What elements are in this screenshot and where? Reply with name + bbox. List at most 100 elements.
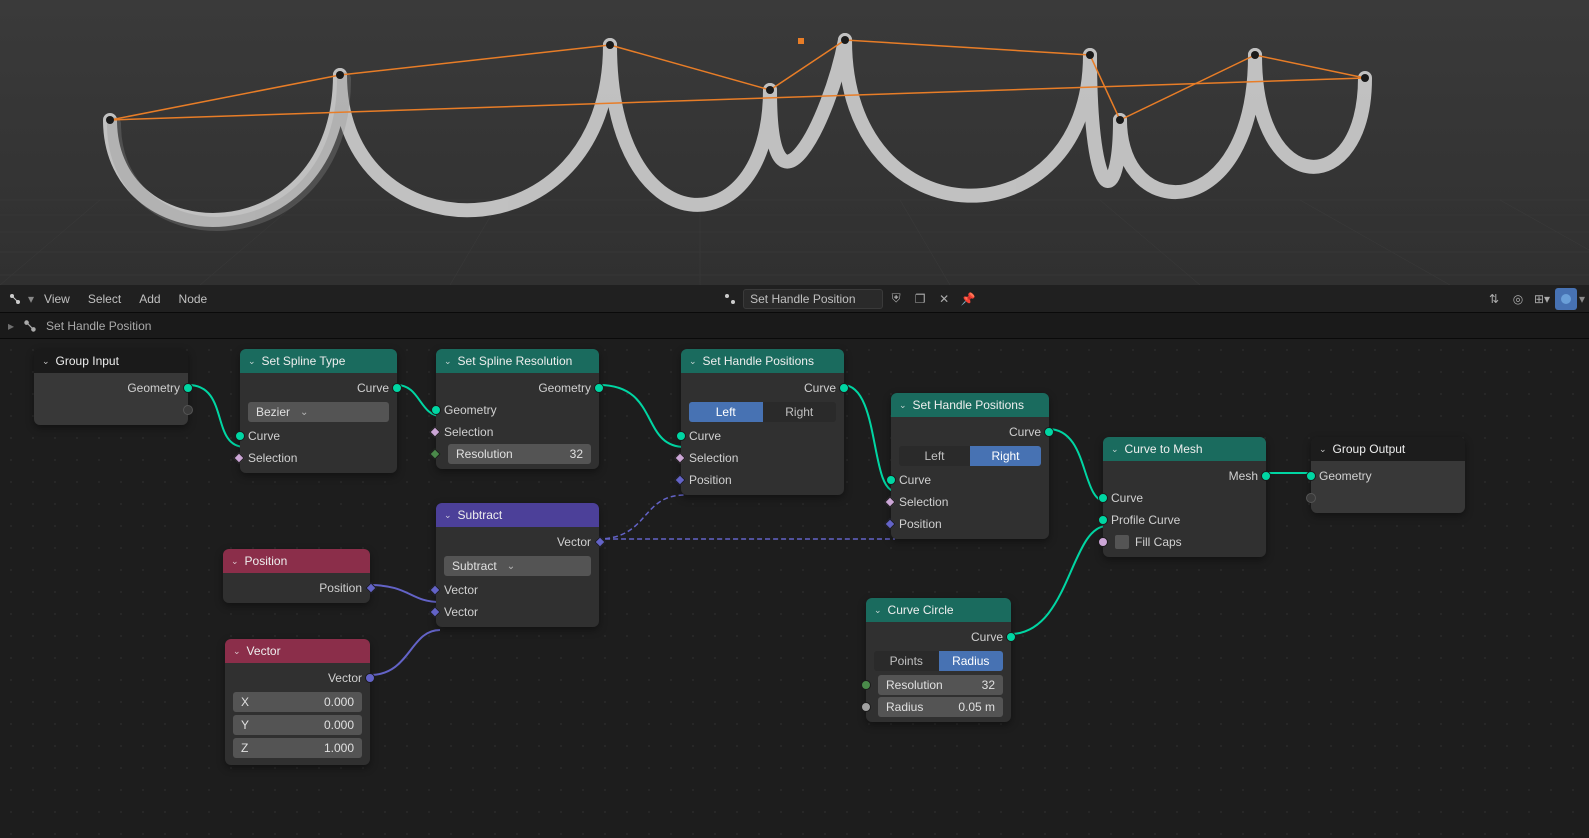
node-header[interactable]: ⌄ Subtract	[436, 503, 599, 527]
socket-geometry-input[interactable]: Geometry	[436, 399, 599, 421]
node-set-spline-type[interactable]: ⌄ Set Spline Type Curve Bezier Curve Sel…	[240, 349, 397, 473]
node-curve-to-mesh[interactable]: ⌄ Curve to Mesh Mesh Curve Profile Curve…	[1103, 437, 1266, 557]
node-set-handle-positions-left[interactable]: ⌄ Set Handle Positions Curve Left Right …	[681, 349, 844, 495]
node-header[interactable]: ⌄ Set Handle Positions	[891, 393, 1049, 417]
socket-profile-curve-input[interactable]: Profile Curve	[1103, 509, 1266, 531]
vector-x-field[interactable]: X0.000	[233, 692, 362, 712]
socket-position-input[interactable]: Position	[681, 469, 844, 491]
node-header[interactable]: ⌄ Group Input	[34, 349, 188, 373]
node-title: Group Output	[1333, 442, 1406, 456]
socket-curve-input[interactable]: Curve	[240, 425, 397, 447]
arrows-icon[interactable]: ⇅	[1483, 288, 1505, 310]
socket-vector-a-input[interactable]: Vector	[436, 579, 599, 601]
menu-select[interactable]: Select	[80, 288, 129, 310]
node-title: Curve to Mesh	[1125, 442, 1203, 456]
node-editor-header: ▾ View Select Add Node Set Handle Positi…	[0, 285, 1589, 313]
breadcrumb-label: Set Handle Position	[46, 319, 151, 333]
socket-curve-output[interactable]: Curve	[681, 377, 844, 399]
socket-position-output[interactable]: Position	[223, 577, 370, 599]
menu-view[interactable]: View	[36, 288, 78, 310]
operation-dropdown[interactable]: Subtract	[444, 556, 591, 576]
socket-vector-output[interactable]: Vector	[436, 531, 599, 553]
socket-resolution-input[interactable]: Resolution 32	[866, 674, 1011, 696]
node-title: Set Spline Type	[262, 354, 346, 368]
socket-curve-output[interactable]: Curve	[866, 626, 1011, 648]
node-vector[interactable]: ⌄ Vector Vector X0.000 Y0.000 Z1.000	[225, 639, 370, 765]
socket-resolution-input[interactable]: Resolution 32	[436, 443, 599, 465]
socket-curve-output[interactable]: Curve	[891, 421, 1049, 443]
node-header[interactable]: ⌄ Set Spline Type	[240, 349, 397, 373]
socket-selection-input[interactable]: Selection	[891, 491, 1049, 513]
toggle-left[interactable]: Left	[899, 446, 970, 466]
socket-curve-input[interactable]: Curve	[1103, 487, 1266, 509]
node-title: Position	[245, 554, 288, 568]
node-tree-icon	[22, 318, 38, 334]
overlay-icon[interactable]: ◎	[1507, 288, 1529, 310]
socket-mesh-output[interactable]: Mesh	[1103, 465, 1266, 487]
node-header[interactable]: ⌄ Set Handle Positions	[681, 349, 844, 373]
circle-mode-toggle[interactable]: Points Radius	[874, 651, 1003, 671]
spline-type-dropdown[interactable]: Bezier	[248, 402, 389, 422]
socket-geometry-output[interactable]: Geometry	[436, 377, 599, 399]
toggle-right[interactable]: Right	[763, 402, 837, 422]
node-group-output[interactable]: ⌄ Group Output Geometry	[1311, 437, 1465, 513]
node-editor-canvas[interactable]: ⌄ Group Input Geometry ⌄ Set Spline Type…	[0, 339, 1589, 838]
socket-radius-input[interactable]: Radius 0.05 m	[866, 696, 1011, 718]
chevron-down-icon: ⌄	[1319, 444, 1327, 455]
node-header[interactable]: ⌄ Curve to Mesh	[1103, 437, 1266, 461]
shield-icon[interactable]: ⛨	[885, 288, 907, 310]
node-tree-selector[interactable]: Set Handle Position	[743, 289, 883, 309]
unlink-icon[interactable]: ✕	[933, 288, 955, 310]
node-curve-circle[interactable]: ⌄ Curve Circle Curve Points Radius Resol…	[866, 598, 1011, 722]
viewport-3d[interactable]	[0, 0, 1589, 285]
socket-fill-caps-input[interactable]: Fill Caps	[1103, 531, 1266, 553]
editor-type-icon[interactable]	[4, 288, 26, 310]
toggle-radius[interactable]: Radius	[939, 651, 1004, 671]
node-header[interactable]: ⌄ Position	[223, 549, 370, 573]
chevron-right-icon: ▸	[8, 319, 14, 333]
handle-mode-toggle[interactable]: Left Right	[899, 446, 1041, 466]
socket-curve-input[interactable]: Curve	[681, 425, 844, 447]
node-set-spline-resolution[interactable]: ⌄ Set Spline Resolution Geometry Geometr…	[436, 349, 599, 469]
shading-icon[interactable]	[1555, 288, 1577, 310]
chevron-down-icon: ⌄	[1111, 444, 1119, 455]
socket-vector-output[interactable]: Vector	[225, 667, 370, 689]
socket-vector-b-input[interactable]: Vector	[436, 601, 599, 623]
vector-z-field[interactable]: Z1.000	[233, 738, 362, 758]
socket-selection-input[interactable]: Selection	[681, 447, 844, 469]
chevron-down-icon: ⌄	[874, 605, 882, 616]
node-header[interactable]: ⌄ Group Output	[1311, 437, 1465, 461]
socket-virtual-input[interactable]	[1311, 487, 1465, 509]
handle-mode-toggle[interactable]: Left Right	[689, 402, 836, 422]
node-header[interactable]: ⌄ Curve Circle	[866, 598, 1011, 622]
vector-y-field[interactable]: Y0.000	[233, 715, 362, 735]
toggle-left[interactable]: Left	[689, 402, 763, 422]
chevron-down-icon: ⌄	[899, 400, 907, 411]
snap-icon[interactable]: ⊞▾	[1531, 288, 1553, 310]
toggle-right[interactable]: Right	[970, 446, 1041, 466]
node-tree-type-icon[interactable]	[719, 288, 741, 310]
node-vector-math-subtract[interactable]: ⌄ Subtract Vector Subtract Vector Vector	[436, 503, 599, 627]
node-header[interactable]: ⌄ Vector	[225, 639, 370, 663]
chevron-down-icon: ⌄	[444, 510, 452, 521]
socket-geometry-input[interactable]: Geometry	[1311, 465, 1465, 487]
socket-geometry-output[interactable]: Geometry	[34, 377, 188, 399]
chevron-down-icon: ⌄	[248, 356, 256, 367]
menu-add[interactable]: Add	[131, 288, 168, 310]
node-position[interactable]: ⌄ Position Position	[223, 549, 370, 603]
socket-curve-output[interactable]: Curve	[240, 377, 397, 399]
toggle-points[interactable]: Points	[874, 651, 939, 671]
socket-position-input[interactable]: Position	[891, 513, 1049, 535]
node-title: Curve Circle	[888, 603, 954, 617]
menu-node[interactable]: Node	[171, 288, 216, 310]
socket-selection-input[interactable]: Selection	[436, 421, 599, 443]
node-set-handle-positions-right[interactable]: ⌄ Set Handle Positions Curve Left Right …	[891, 393, 1049, 539]
node-group-input[interactable]: ⌄ Group Input Geometry	[34, 349, 188, 425]
socket-virtual-output[interactable]	[34, 399, 188, 421]
pin-icon[interactable]: 📌	[957, 288, 979, 310]
socket-curve-input[interactable]: Curve	[891, 469, 1049, 491]
duplicate-icon[interactable]: ❐	[909, 288, 931, 310]
node-title: Set Spline Resolution	[458, 354, 573, 368]
node-header[interactable]: ⌄ Set Spline Resolution	[436, 349, 599, 373]
socket-selection-input[interactable]: Selection	[240, 447, 397, 469]
